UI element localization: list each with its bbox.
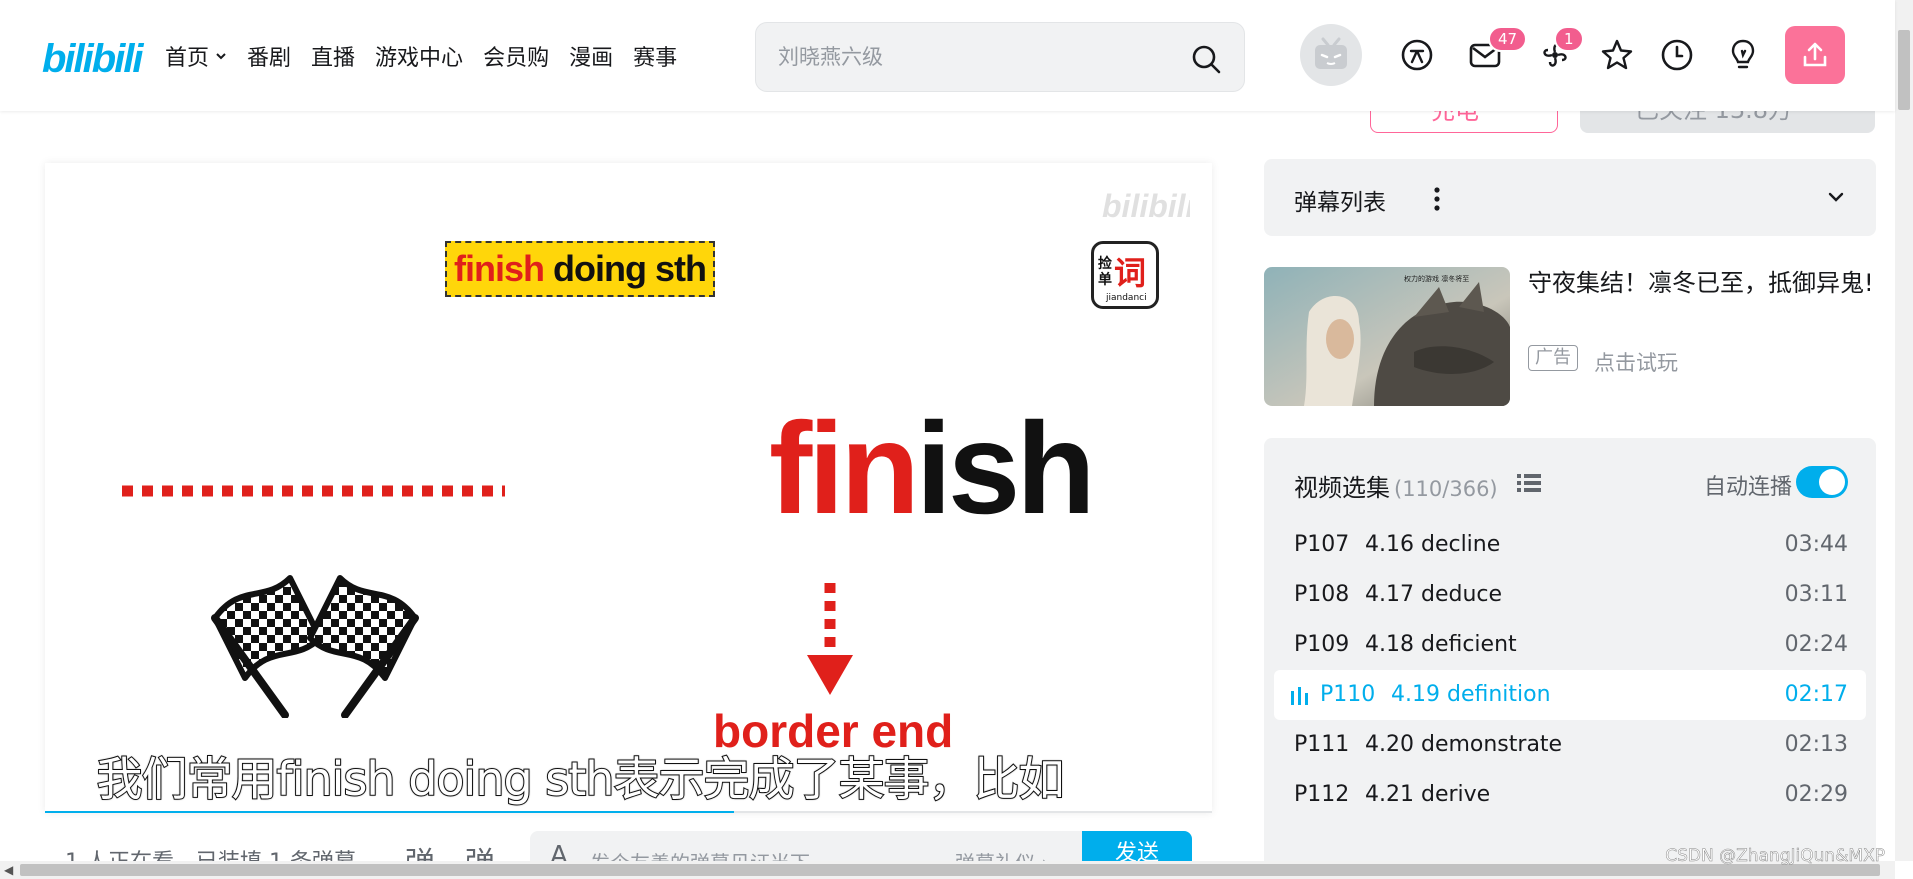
nav-anime[interactable]: 番剧 [247,40,291,72]
search-icon[interactable] [1190,43,1222,75]
autoplay-toggle[interactable] [1796,466,1848,498]
autoplay-label: 自动连播 [1703,475,1792,500]
episode-list-panel: 视频选集 (110/366) 自动连播 P107 4.16 decline 03:44… [1264,438,1876,879]
episode-duration: 02:29 [1784,782,1848,807]
episode-duration: 02:24 [1784,632,1848,657]
danmaku-list-title: 弹幕列表 [1294,190,1386,216]
phrase-black: doing sth [553,248,707,289]
svg-text:捡: 捡 [1098,255,1112,272]
episode-item[interactable]: P112 4.21 derive 02:29 [1274,770,1866,820]
episode-item[interactable]: P108 4.17 deduce 03:11 [1274,570,1866,620]
chevron-down-icon[interactable] [1826,187,1846,207]
episode-item[interactable]: P111 4.20 demonstrate 02:13 [1274,720,1866,770]
ad-action[interactable]: 点击试玩 [1594,347,1678,377]
episode-list-title: 视频选集 [1294,474,1390,502]
svg-text:bilibili: bilibili [1102,188,1190,224]
ad-thumbnail[interactable]: 权力的游戏 凛冬将至 [1264,267,1510,406]
bilibili-logo[interactable]: bilibili [40,32,150,82]
scroll-left-icon[interactable]: ◀ [4,863,13,877]
tv-mascot-icon [1315,37,1347,69]
episode-name: 4.16 decline [1365,532,1501,557]
main-nav: 首页 番剧 直播 游戏中心 会员购 漫画 赛事 [165,40,697,72]
ad-tag: 广告 [1528,345,1578,371]
episode-part: P108 [1294,582,1350,607]
video-player[interactable]: bilibili finish doing sth 捡 单 词 jiandanc… [45,163,1212,813]
svg-text:bilibili: bilibili [42,37,144,81]
svg-text:单: 单 [1098,271,1112,288]
episode-name: 4.17 deduce [1365,582,1503,607]
danmaku-list-panel[interactable]: 弹幕列表 [1264,159,1876,236]
video-subtitle: 我们常用finish doing sth表示完成了某事，比如 [96,751,1066,807]
nav-game-center[interactable]: 游戏中心 [375,40,463,72]
avatar[interactable] [1300,24,1362,86]
upload-button[interactable] [1785,26,1845,84]
video-progress-bar[interactable] [45,811,1212,813]
episode-item[interactable]: P110 4.19 definition 02:17 [1274,670,1866,720]
dotted-line [122,485,505,497]
episode-list-header: 视频选集 (110/366) [1294,468,1498,503]
episode-part: P110 [1320,682,1376,707]
horizontal-scrollbar-thumb[interactable] [20,864,1880,876]
playing-icon [1291,687,1308,705]
dynamic-badge: 1 [1554,26,1584,52]
phrase-red: finish [454,248,545,289]
search-input[interactable] [778,41,1158,73]
chevron-down-icon [216,53,226,60]
message-badge: 47 [1488,26,1528,52]
episode-part: P111 [1294,732,1350,757]
nav-home-label: 首页 [165,46,210,71]
big-word-red: fin [769,395,920,541]
episode-part: P112 [1294,782,1350,807]
episode-duration: 03:44 [1784,532,1848,557]
vip-icon[interactable] [1400,38,1434,72]
episode-name: 4.18 deficient [1365,632,1517,657]
svg-text:词: 词 [1114,254,1146,292]
episode-duration: 02:17 [1784,682,1848,707]
episode-item[interactable]: P107 4.16 decline 03:44 [1274,520,1866,570]
list-view-icon[interactable] [1517,473,1541,493]
phrase-card: finish doing sth [445,241,715,297]
jiandanci-logo: 捡 单 词 jiandanci [1091,241,1159,309]
search-box [755,22,1245,92]
nav-manga[interactable]: 漫画 [569,40,613,72]
favorite-icon[interactable] [1600,38,1634,72]
svg-text:jiandanci: jiandanci [1105,293,1147,303]
creator-icon[interactable] [1726,38,1760,72]
big-word-black: ish [915,395,1096,541]
more-icon[interactable] [1430,184,1444,214]
svg-text:权力的游戏 凛冬将至: 权力的游戏 凛冬将至 [1404,274,1469,283]
upload-icon [1803,42,1827,67]
episode-duration: 02:13 [1784,732,1848,757]
down-arrow-icon [807,583,853,695]
episode-name: 4.20 demonstrate [1365,732,1563,757]
page: 充电 已关注 13.8万 bilibili 首页 番剧 直播 游戏中心 会员购 … [0,0,1913,879]
big-word: finish [769,403,1096,533]
episode-part: P109 [1294,632,1350,657]
episode-part: P107 [1294,532,1350,557]
vertical-scrollbar[interactable] [1895,0,1913,861]
history-icon[interactable] [1660,38,1694,72]
video-progress-fill [45,811,734,813]
horizontal-scrollbar[interactable]: ◀ [0,861,1895,879]
csdn-watermark: CSDN @ZhangJiQun&MXP [1665,846,1885,867]
bilibili-watermark: bilibili [1102,188,1190,224]
ad-title[interactable]: 守夜集结！凛冬已至，抵御异鬼! [1528,267,1884,300]
nav-esports[interactable]: 赛事 [633,40,677,72]
episode-item[interactable]: P109 4.18 deficient 02:24 [1274,620,1866,670]
nav-live[interactable]: 直播 [311,40,355,72]
nav-shop[interactable]: 会员购 [483,40,549,72]
checkered-flags-icon [211,575,419,718]
ad-card[interactable]: 权力的游戏 凛冬将至 守夜集结！凛冬已至，抵御异鬼! 广告 点击试玩 [1264,267,1884,407]
episode-name: 4.21 derive [1365,782,1491,807]
episode-duration: 03:11 [1784,582,1848,607]
vertical-scrollbar-thumb[interactable] [1898,30,1910,110]
nav-home[interactable]: 首页 [165,40,227,72]
top-header: bilibili 首页 番剧 直播 游戏中心 会员购 漫画 赛事 47 1 [0,0,1895,111]
episode-name: 4.19 definition [1391,682,1551,707]
episode-count: (110/366) [1394,477,1498,501]
